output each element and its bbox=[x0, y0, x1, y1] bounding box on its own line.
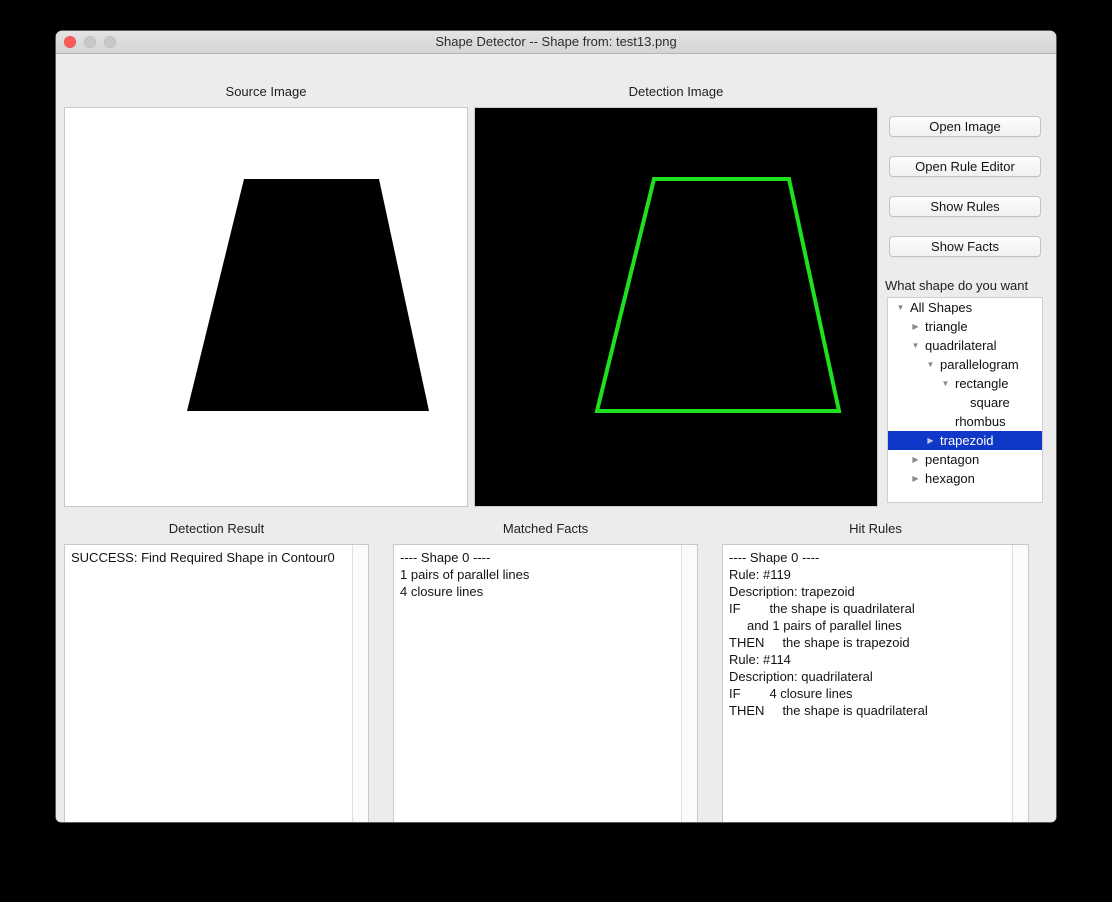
source-image-canvas bbox=[64, 107, 468, 507]
hit-rules-label: Hit Rules bbox=[849, 521, 902, 536]
chevron-right-icon[interactable]: ▶ bbox=[909, 317, 922, 336]
tree-item-label: triangle bbox=[925, 319, 968, 334]
detection-image-canvas bbox=[474, 107, 878, 507]
chevron-down-icon[interactable]: ▼ bbox=[894, 298, 907, 317]
tree-item-label: pentagon bbox=[925, 452, 980, 467]
tree-item-triangle[interactable]: ▶ triangle bbox=[888, 317, 1042, 336]
shape-tree-label: What shape do you want bbox=[885, 278, 1029, 293]
detection-image-label: Detection Image bbox=[628, 84, 724, 99]
show-facts-button[interactable]: Show Facts bbox=[889, 236, 1041, 257]
window-content: Source Image Detection Image Detection R… bbox=[56, 54, 1056, 822]
tree-item-label: rhombus bbox=[955, 414, 1006, 429]
tree-item-rectangle[interactable]: ▼ rectangle bbox=[888, 374, 1042, 393]
detection-result-panel[interactable]: SUCCESS: Find Required Shape in Contour0 bbox=[64, 544, 369, 822]
tree-item-label: trapezoid bbox=[940, 433, 994, 448]
chevron-down-icon[interactable]: ▼ bbox=[939, 374, 952, 393]
tree-item-square[interactable]: square bbox=[888, 393, 1042, 412]
shape-tree[interactable]: ▼ All Shapes ▶ triangle ▼ quadrilateral ▼ paral… bbox=[887, 297, 1043, 503]
source-shape-svg bbox=[65, 108, 467, 506]
matched-facts-text: ---- Shape 0 ---- 1 pairs of parallel li… bbox=[400, 550, 530, 599]
tree-item-all-shapes[interactable]: ▼ All Shapes bbox=[888, 298, 1042, 317]
tree-item-label: rectangle bbox=[955, 376, 1009, 391]
chevron-down-icon[interactable]: ▼ bbox=[924, 355, 937, 374]
detection-result-label: Detection Result bbox=[168, 521, 265, 536]
tree-item-pentagon[interactable]: ▶ pentagon bbox=[888, 450, 1042, 469]
window-title: Shape Detector -- Shape from: test13.png bbox=[435, 34, 677, 49]
tree-item-parallelogram[interactable]: ▼ parallelogram bbox=[888, 355, 1042, 374]
matched-facts-scrollbar[interactable] bbox=[681, 545, 697, 822]
show-rules-button[interactable]: Show Rules bbox=[889, 196, 1041, 217]
tree-item-label: parallelogram bbox=[940, 357, 1019, 372]
chevron-right-icon[interactable]: ▶ bbox=[924, 431, 937, 450]
detection-result-text: SUCCESS: Find Required Shape in Contour0 bbox=[71, 550, 335, 565]
tree-item-quadrilateral[interactable]: ▼ quadrilateral bbox=[888, 336, 1042, 355]
tree-item-label: square bbox=[970, 395, 1010, 410]
matched-facts-panel[interactable]: ---- Shape 0 ---- 1 pairs of parallel li… bbox=[393, 544, 698, 822]
hit-rules-text: ---- Shape 0 ---- Rule: #119 Description… bbox=[729, 550, 928, 718]
detection-shape-svg bbox=[475, 108, 877, 506]
open-rule-editor-button[interactable]: Open Rule Editor bbox=[889, 156, 1041, 177]
matched-facts-label: Matched Facts bbox=[502, 521, 589, 536]
chevron-right-icon[interactable]: ▶ bbox=[909, 450, 922, 469]
source-image-label: Source Image bbox=[225, 84, 307, 99]
hit-rules-panel[interactable]: ---- Shape 0 ---- Rule: #119 Description… bbox=[722, 544, 1029, 822]
detection-result-scrollbar[interactable] bbox=[352, 545, 368, 822]
hit-rules-scrollbar[interactable] bbox=[1012, 545, 1028, 822]
tree-item-label: quadrilateral bbox=[925, 338, 997, 353]
tree-item-trapezoid[interactable]: ▶ trapezoid bbox=[888, 431, 1042, 450]
open-image-button[interactable]: Open Image bbox=[889, 116, 1041, 137]
app-window: Shape Detector -- Shape from: test13.png… bbox=[56, 31, 1056, 822]
tree-item-rhombus[interactable]: rhombus bbox=[888, 412, 1042, 431]
tree-item-hexagon[interactable]: ▶ hexagon bbox=[888, 469, 1042, 488]
tree-item-label: All Shapes bbox=[910, 300, 973, 315]
chevron-down-icon[interactable]: ▼ bbox=[909, 336, 922, 355]
title-bar: Shape Detector -- Shape from: test13.png bbox=[56, 31, 1056, 54]
tree-item-label: hexagon bbox=[925, 471, 975, 486]
chevron-right-icon[interactable]: ▶ bbox=[909, 469, 922, 488]
